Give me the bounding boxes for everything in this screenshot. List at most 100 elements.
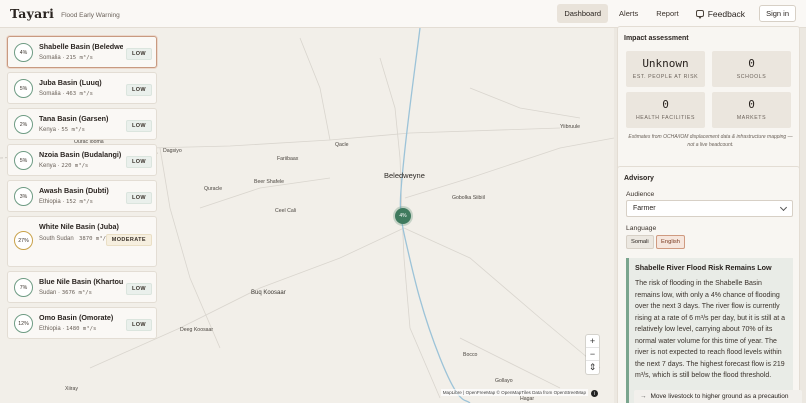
stat-health-label: HEALTH FACILITIES: [635, 115, 696, 121]
lang-english-button[interactable]: English: [656, 235, 686, 249]
basin-card[interactable]: 2% Tana Basin (Garsen) Kenya · 55 m³/s L…: [7, 108, 157, 140]
advisory-body: The risk of flooding in the Shabelle Bas…: [635, 280, 786, 379]
basin-country: Kenya: [39, 163, 57, 169]
probability-gauge: 27%: [14, 231, 33, 250]
basin-flow: 3676 m³/s: [61, 290, 93, 296]
stat-schools-value: 0: [748, 57, 755, 70]
place-quracle: Quracle: [204, 186, 223, 192]
risk-badge: LOW: [125, 48, 152, 60]
chevron-down-icon: [779, 203, 788, 212]
basin-country: Sudan: [39, 290, 57, 296]
side-panel[interactable]: Impact assessment Unknown EST. PEOPLE AT…: [614, 26, 806, 403]
zoom-control: + − ⇕: [586, 335, 599, 374]
basin-name: Juba Basin (Luuq): [39, 78, 102, 87]
arrow-right-icon: →: [640, 393, 647, 400]
probability-gauge: 5%: [14, 151, 33, 170]
map-attribution[interactable]: MapLibre | OpenFreeMap © OpenMapTiles Da…: [440, 389, 588, 396]
stat-schools: 0 SCHOOLS: [712, 51, 791, 87]
stat-health-value: 0: [662, 98, 669, 111]
stat-health: 0 HEALTH FACILITIES: [626, 92, 705, 128]
basin-flow: 152 m³/s: [66, 199, 93, 205]
place-hagar: Hagar: [520, 396, 535, 402]
advisory-headline: Shabelle River Flood Risk Remains Low: [635, 263, 772, 272]
lang-somali-button[interactable]: Somali: [626, 235, 654, 249]
stat-markets-label: MARKETS: [736, 115, 767, 121]
tab-report[interactable]: Report: [649, 4, 686, 23]
basin-name: Awash Basin (Dubti): [39, 186, 109, 195]
place-gollayo: Gollayo: [495, 378, 513, 384]
probability-gauge: 3%: [14, 187, 33, 206]
place-dagsiyo: Dagsiyo: [163, 148, 182, 154]
probability-gauge: 5%: [14, 79, 33, 98]
tab-alerts[interactable]: Alerts: [612, 4, 645, 23]
audience-select[interactable]: Farmer: [626, 200, 793, 217]
basin-country: South Sudan: [39, 236, 74, 242]
place-yiibruule: Yiibruule: [560, 124, 580, 130]
zoom-out-button[interactable]: −: [586, 348, 599, 361]
feedback-button[interactable]: Feedback: [690, 5, 751, 23]
basin-card[interactable]: 27% White Nile Basin (Juba) South Sudan …: [7, 216, 157, 267]
zoom-in-button[interactable]: +: [586, 335, 599, 348]
place-ceel-cali: Ceel Cali: [275, 208, 297, 214]
reset-bearing-button[interactable]: ⇕: [586, 361, 599, 374]
basin-name: Omo Basin (Omorate): [39, 313, 114, 322]
impact-card: Impact assessment Unknown EST. PEOPLE AT…: [617, 26, 800, 181]
feedback-label: Feedback: [707, 8, 746, 19]
basin-flow: 215 m³/s: [66, 55, 93, 61]
place-bocco: Bocco: [463, 352, 478, 358]
basin-name: Tana Basin (Garsen): [39, 114, 109, 123]
main-nav: Dashboard Alerts Report Feedback Sign in: [557, 4, 796, 23]
info-icon[interactable]: i: [591, 390, 598, 397]
audience-value: Farmer: [633, 205, 656, 212]
map-pin-beledweyne[interactable]: 4%: [395, 208, 411, 224]
brand-logo[interactable]: Tayari: [10, 6, 54, 21]
brand-tagline: Flood Early Warning: [61, 11, 120, 19]
basin-card[interactable]: 7% Blue Nile Basin (Khartoum) Sudan · 36…: [7, 271, 157, 303]
risk-badge: LOW: [125, 120, 152, 132]
place-xiiray: Xiiray: [65, 386, 78, 392]
impact-note: Estimates from OCHA/IOM displacement dat…: [628, 134, 793, 148]
basin-name: White Nile Basin (Juba): [39, 222, 119, 231]
basin-card[interactable]: 4% Shabelle Basin (Beledweyne) Somalia ·…: [7, 36, 157, 68]
advisory-title: Advisory: [624, 175, 654, 182]
action-item: → Move livestock to higher ground as a pr…: [634, 390, 802, 403]
basin-name: Blue Nile Basin (Khartoum): [39, 277, 123, 286]
basin-card[interactable]: 12% Omo Basin (Omorate) Ethiopia · 1480 …: [7, 307, 157, 339]
stat-people: Unknown EST. PEOPLE AT RISK: [626, 51, 705, 87]
stat-schools-label: SCHOOLS: [736, 74, 767, 80]
place-beer-shafele: Beer Shafele: [254, 179, 284, 185]
basin-card[interactable]: 5% Nzoia Basin (Budalangi) Kenya · 220 m…: [7, 144, 157, 176]
advisory-card: Advisory Audience Farmer Language Somali…: [617, 166, 800, 403]
basin-flow: 3870 m³/s: [79, 236, 110, 242]
basin-country: Kenya: [39, 127, 57, 133]
impact-title: Impact assessment: [624, 35, 689, 42]
risk-badge: MODERATE: [105, 234, 152, 246]
basin-flow: 55 m³/s: [61, 127, 85, 133]
sign-in-button[interactable]: Sign in: [759, 5, 796, 22]
audience-label: Audience: [626, 191, 655, 198]
risk-badge: LOW: [125, 156, 152, 168]
stat-people-value: Unknown: [642, 57, 689, 70]
basin-card[interactable]: 5% Juba Basin (Luuq) Somalia · 463 m³/s …: [7, 72, 157, 104]
basin-card[interactable]: 3% Awash Basin (Dubti) Ethiopia · 152 m³…: [7, 180, 157, 212]
basin-country: Somalia: [39, 55, 61, 61]
basin-list: 4% Shabelle Basin (Beledweyne) Somalia ·…: [7, 36, 157, 343]
basin-name: Shabelle Basin (Beledweyne): [39, 42, 123, 51]
basin-flow: 463 m³/s: [66, 91, 93, 97]
basin-country: Somalia: [39, 91, 61, 97]
advisory-message: Shabelle River Flood Risk Remains Low Th…: [626, 258, 793, 403]
probability-gauge: 12%: [14, 314, 33, 333]
basin-flow: 1480 m³/s: [66, 326, 97, 332]
top-bar: Tayari Flood Early Warning Dashboard Ale…: [0, 0, 806, 28]
place-fariibaax: Fariibaax: [277, 156, 299, 162]
language-label: Language: [626, 225, 657, 232]
stat-markets: 0 MARKETS: [712, 92, 791, 128]
basin-name: Nzoia Basin (Budalangi): [39, 150, 122, 159]
basin-country: Ethiopia: [39, 326, 61, 332]
basin-country: Ethiopia: [39, 199, 61, 205]
risk-badge: LOW: [125, 192, 152, 204]
chat-bubble-icon: [695, 10, 704, 19]
tab-dashboard[interactable]: Dashboard: [557, 4, 609, 23]
basin-flow: 220 m³/s: [61, 163, 89, 169]
place-deeg-koosaar: Deeg Koosaar: [180, 327, 214, 333]
